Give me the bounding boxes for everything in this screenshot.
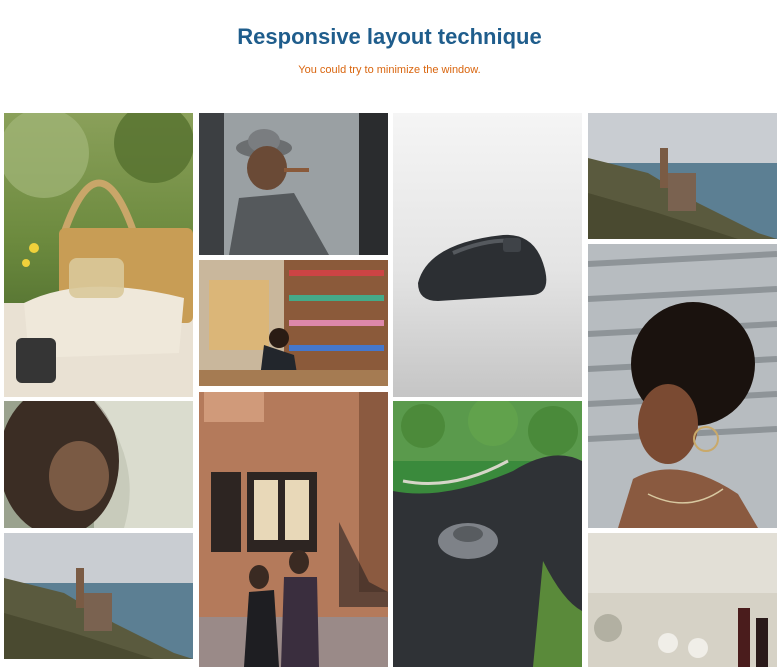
photo-woman-smiling[interactable] <box>588 244 777 528</box>
photo-couple-on-street[interactable] <box>199 392 388 667</box>
page-subtitle: You could try to minimize the window. <box>298 64 481 76</box>
photo-bookstore[interactable] <box>199 260 388 386</box>
photo-veiled-woman[interactable] <box>4 401 193 528</box>
photo-dinner-table[interactable] <box>588 533 777 667</box>
photo-coastal-ruin[interactable] <box>4 533 193 659</box>
photo-picnic-basket[interactable] <box>4 113 193 397</box>
photo-man-with-cigar[interactable] <box>199 113 388 255</box>
photo-computer-mouse[interactable] <box>393 113 582 397</box>
photo-coastal-ruin-top[interactable] <box>588 113 777 239</box>
page-title: Responsive layout technique <box>237 24 542 49</box>
photo-car-on-road[interactable] <box>393 401 582 667</box>
